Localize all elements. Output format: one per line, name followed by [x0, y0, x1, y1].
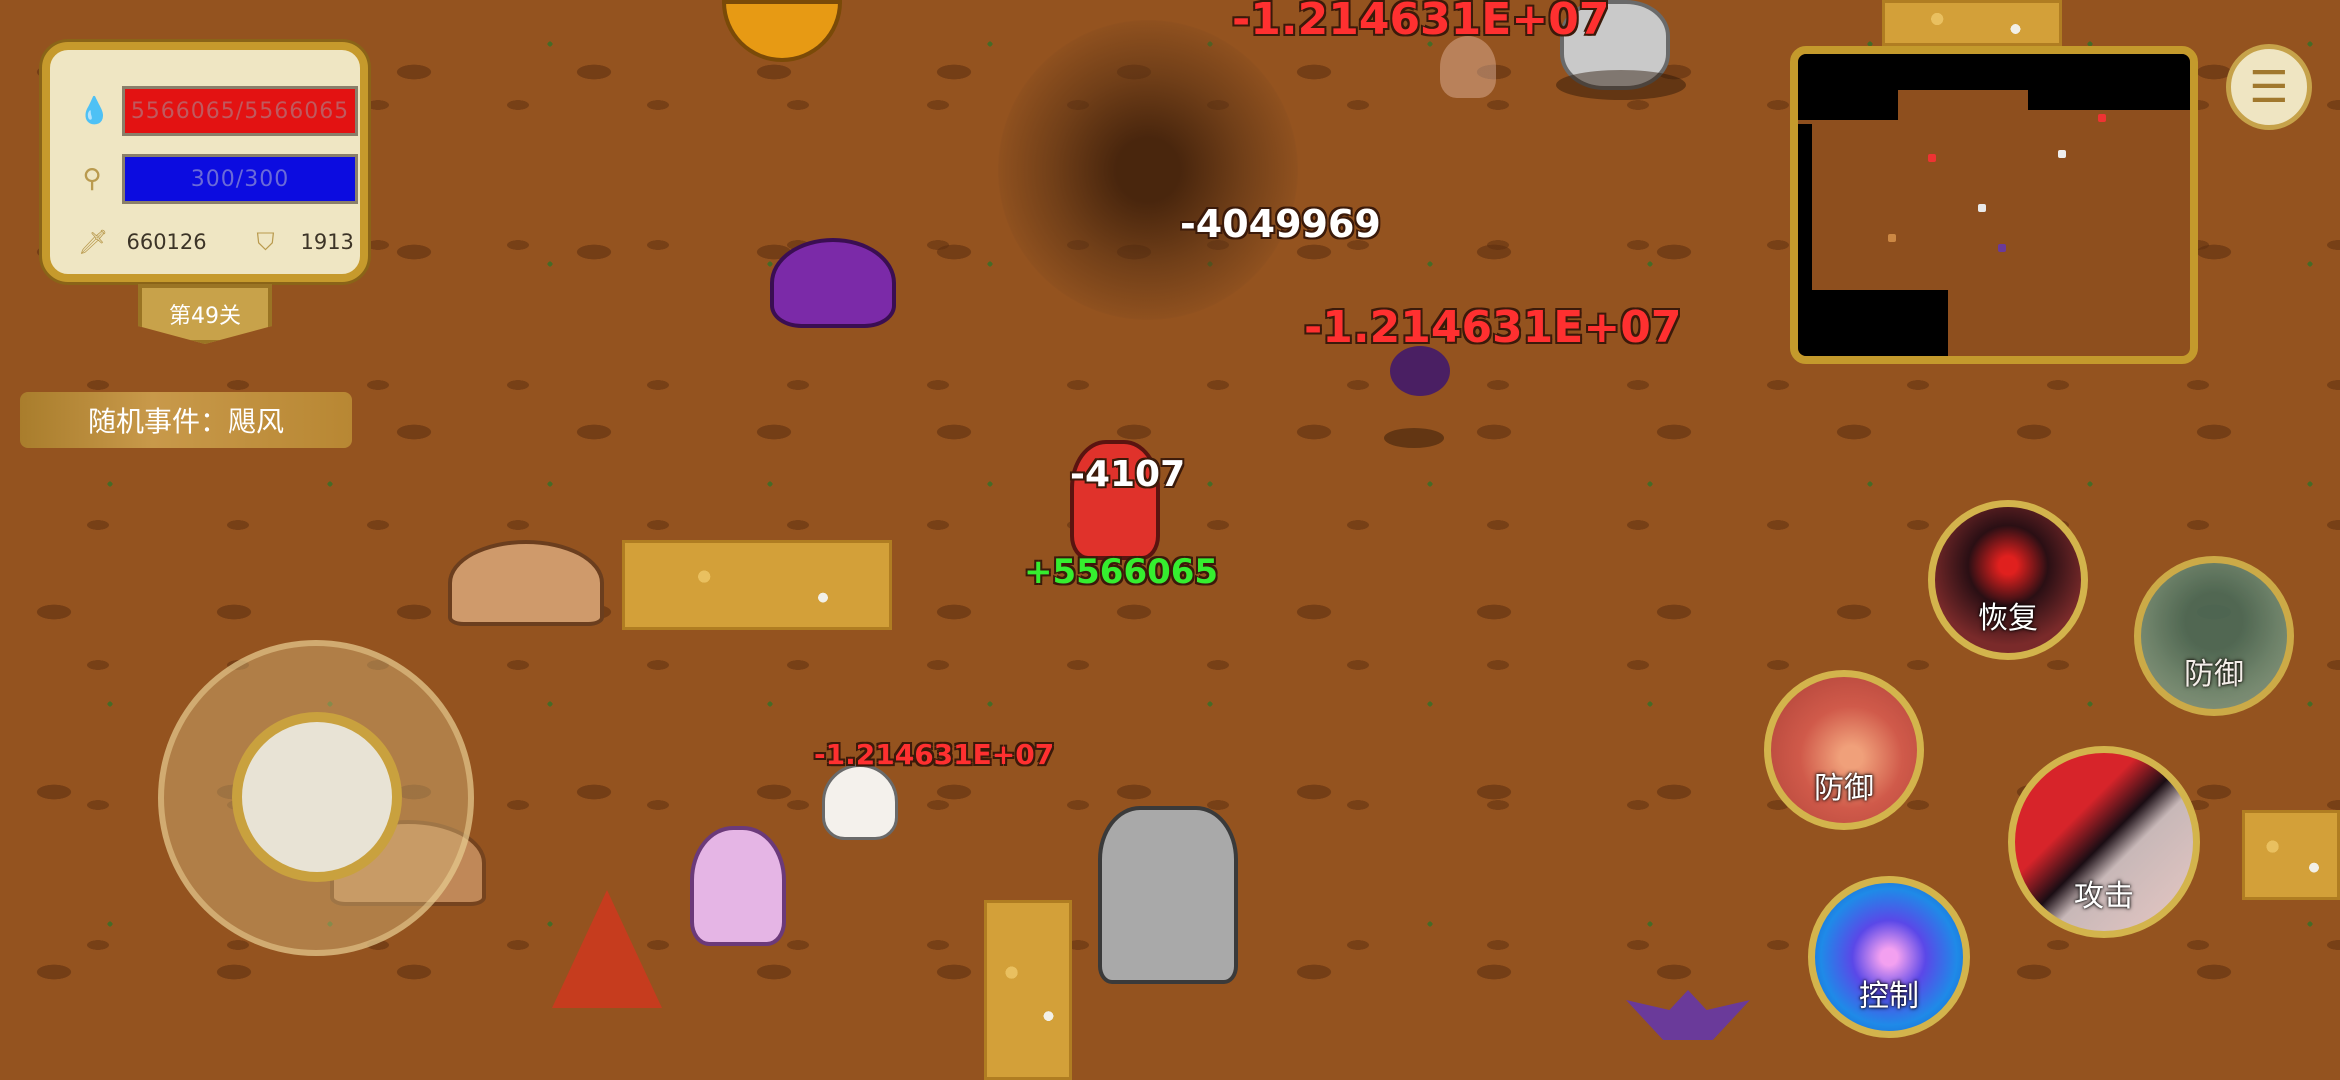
sand-block	[1882, 0, 2062, 46]
attack-stat: 🗡 660126 ⛉ 1913	[78, 228, 354, 256]
control-skill-button[interactable]: 控制	[1808, 876, 1970, 1038]
level-label: 第49关	[169, 304, 241, 329]
damage-number: -4107	[1070, 454, 1186, 495]
minimap-marker	[2098, 114, 2106, 122]
minimap-marker	[2058, 150, 2066, 158]
stats-panel: 💧 5566065/5566065 ⚲ 300/300 🗡 660126 ⛉ 1…	[42, 42, 368, 282]
mp-bar: 300/300	[122, 154, 358, 204]
hp-bar: 5566065/5566065	[122, 86, 358, 136]
defense-skill-button-1[interactable]: 防御	[2134, 556, 2294, 716]
damage-number: -4049969	[1180, 202, 1381, 246]
sprite-shadow	[1556, 70, 1686, 100]
joystick-knob[interactable]	[232, 712, 402, 882]
minimap[interactable]	[1790, 46, 2198, 364]
recover-skill-button[interactable]: 恢复	[1928, 500, 2088, 660]
bat-enemy	[1626, 990, 1750, 1040]
damage-number: -1.214631E+07	[1232, 0, 1610, 45]
heal-number: +5566065	[1024, 552, 1219, 592]
attack-skill-button[interactable]: 攻击	[2008, 746, 2200, 938]
minimap-marker	[1998, 244, 2006, 252]
pink-hair-ally	[690, 826, 786, 946]
droplet-icon: 💧	[78, 96, 111, 126]
mp-row: ⚲ 300/300	[78, 154, 358, 204]
minimap-marker	[1928, 154, 1936, 162]
minimap-void	[1798, 124, 1812, 294]
tornado	[998, 20, 1298, 320]
sand-block	[622, 540, 892, 630]
damage-number: -1.214631E+07	[1304, 302, 1682, 353]
armored-king-ally	[1098, 806, 1238, 984]
defense-value: 1913	[300, 230, 354, 254]
recover-skill-label: 恢复	[1978, 601, 2038, 636]
attack-skill-label: 攻击	[2074, 879, 2134, 914]
bat-enemy-small	[1390, 346, 1450, 396]
minimap-marker	[1978, 204, 1986, 212]
random-event-text: 随机事件：飓风	[87, 405, 284, 438]
random-event-banner: 随机事件：飓风	[20, 392, 352, 448]
menu-icon: ☰	[2249, 61, 2289, 113]
snail-enemy	[448, 540, 604, 626]
sand-block	[984, 900, 1072, 1080]
pumpkin-enemy	[722, 0, 842, 62]
sword-icon: 🗡	[78, 228, 109, 256]
level-badge: 第49关	[138, 284, 272, 344]
hp-row: 💧 5566065/5566065	[78, 86, 358, 136]
red-wizard-ally	[552, 890, 662, 1008]
minimap-void	[1798, 90, 1898, 120]
sprite-shadow	[1384, 428, 1444, 448]
shield-icon: ⛉	[256, 228, 275, 256]
magnifier-icon: ⚲	[82, 164, 102, 194]
attack-value: 660126	[126, 230, 207, 254]
menu-button[interactable]: ☰	[2226, 44, 2312, 130]
defense-skill-label: 防御	[2184, 657, 2244, 692]
minimap-marker	[1888, 234, 1896, 242]
hedgehog-enemy	[770, 238, 896, 328]
minimap-void	[1798, 54, 2190, 90]
defense-skill-button-2[interactable]: 防御	[1764, 670, 1924, 830]
defense-skill-label: 防御	[1814, 771, 1874, 806]
ghost-enemy	[822, 764, 898, 840]
damage-number: -1.214631E+07	[814, 738, 1055, 771]
minimap-void	[1798, 290, 1948, 356]
sand-block	[2242, 810, 2340, 900]
minimap-void	[2028, 90, 2190, 110]
ghost-enemy-faded	[1440, 36, 1496, 98]
control-skill-label: 控制	[1859, 979, 1919, 1014]
